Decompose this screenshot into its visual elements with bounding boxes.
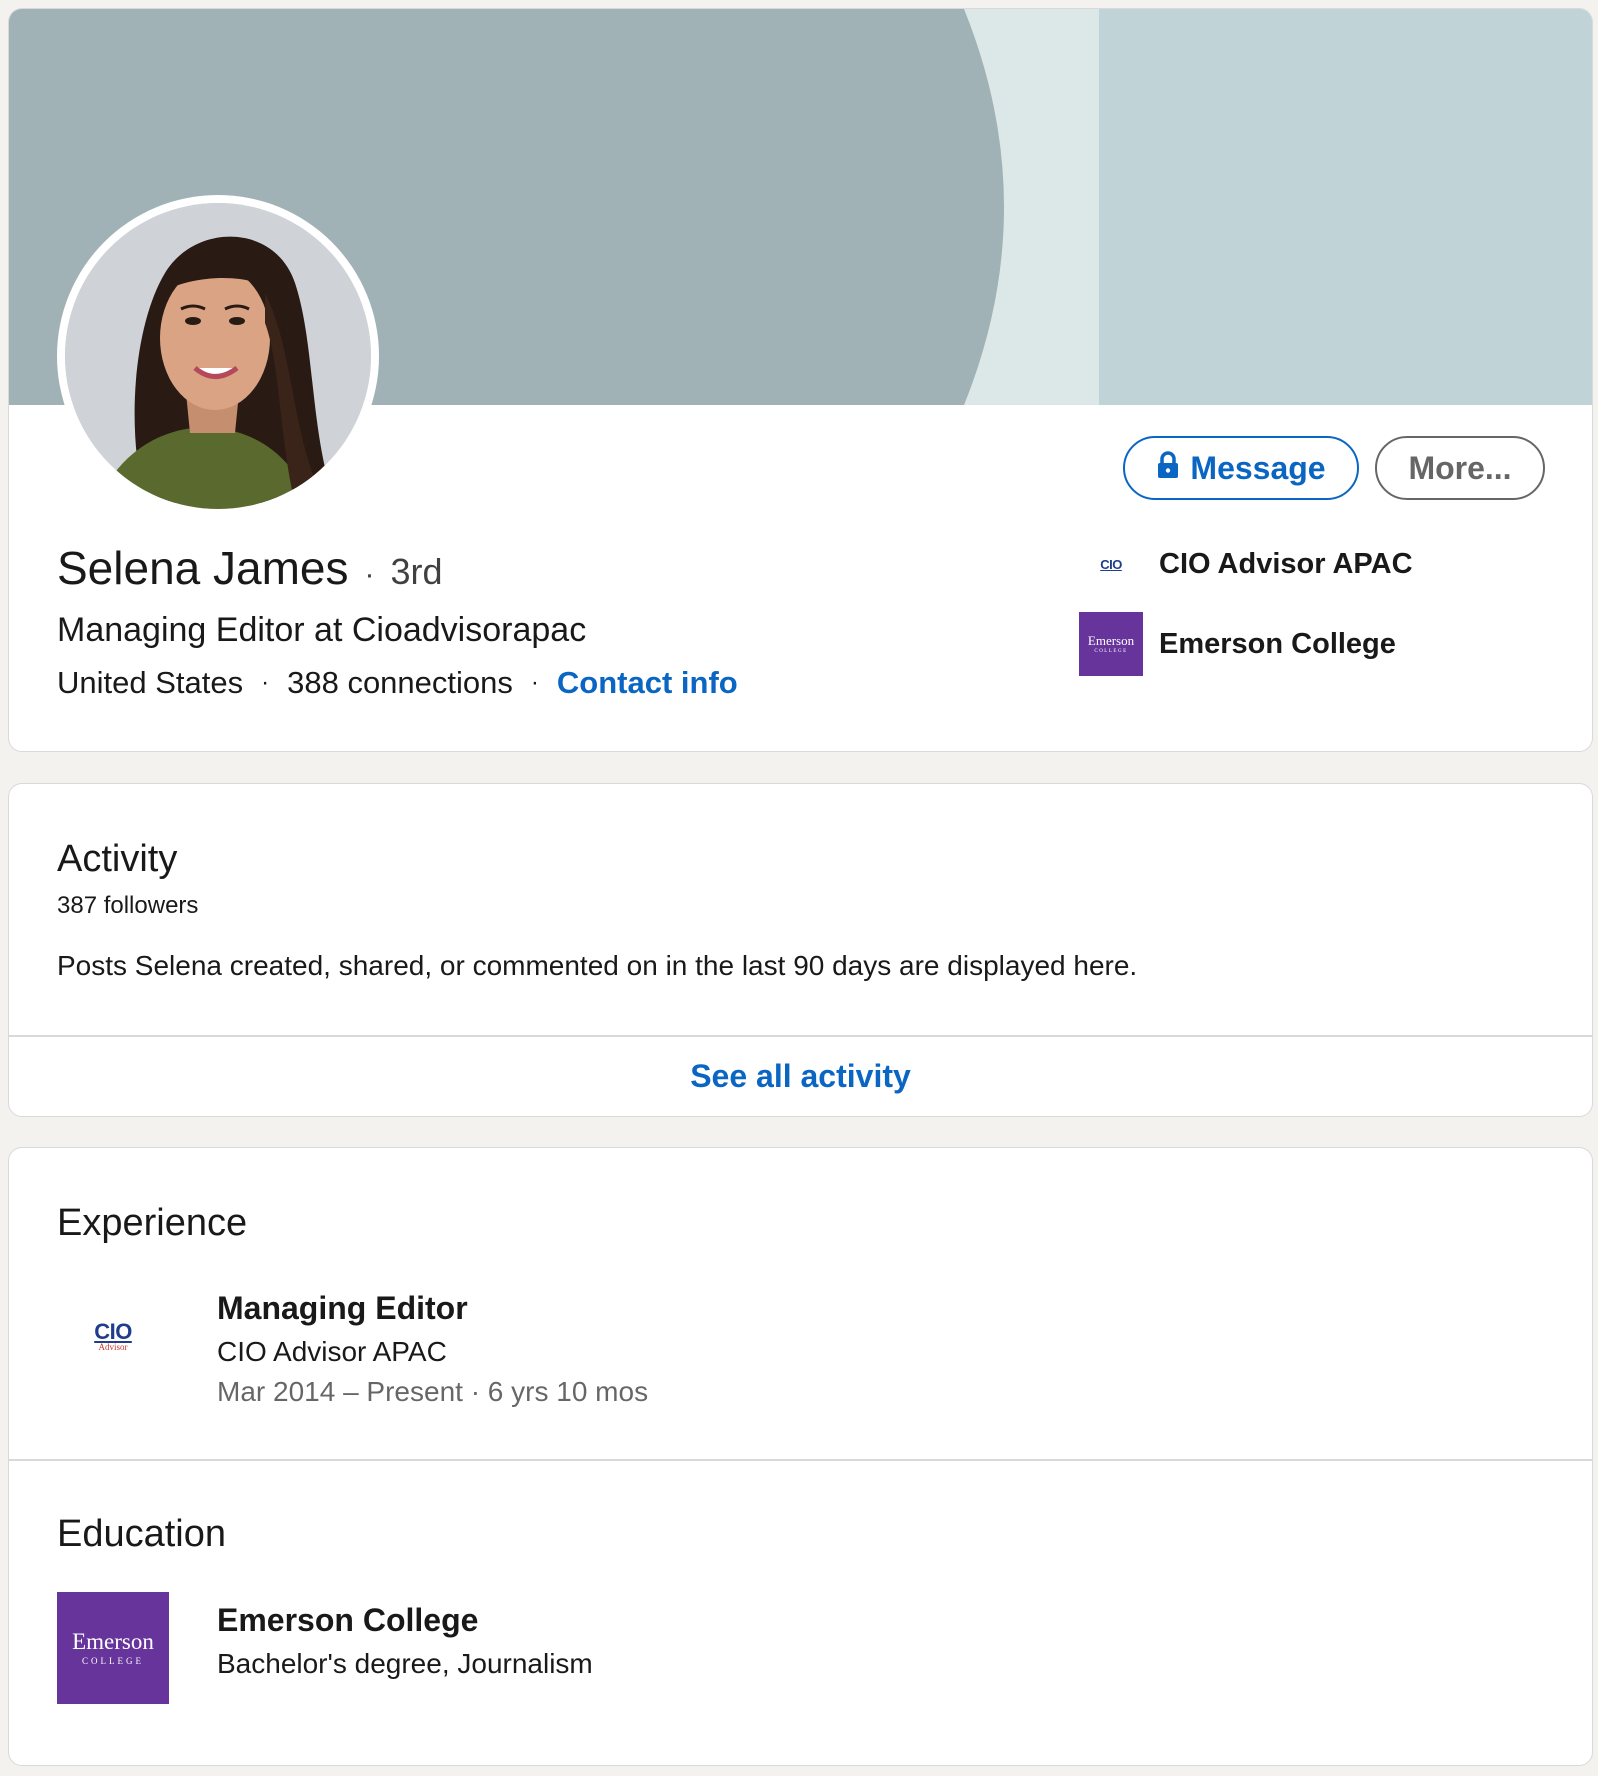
experience-dates: Mar 2014 – Present · 6 yrs 10 mos bbox=[217, 1376, 649, 1407]
cio-advisor-logo: CIO bbox=[1100, 556, 1122, 572]
profile-headline: Managing Editor at Cioadvisorapac bbox=[57, 611, 587, 649]
profile-photo bbox=[65, 203, 371, 509]
education-title: Education bbox=[57, 1513, 227, 1555]
school-name: Emerson College bbox=[1159, 627, 1396, 660]
see-all-activity-button[interactable]: See all activity bbox=[9, 1036, 1592, 1116]
degree-separator: · bbox=[364, 558, 375, 591]
education-degree: Bachelor's degree, Journalism bbox=[217, 1648, 593, 1679]
connection-degree: 3rd bbox=[390, 551, 443, 592]
see-all-activity-label: See all activity bbox=[690, 1057, 911, 1094]
message-button[interactable]: Message bbox=[1123, 436, 1359, 500]
profile-card: Message More... Selena James · 3rd Manag… bbox=[8, 8, 1593, 752]
meta-separator: · bbox=[530, 669, 539, 696]
school-link[interactable]: Emerson COLLEGE Emerson College bbox=[1079, 612, 1396, 676]
connections-count[interactable]: 388 connections bbox=[287, 665, 513, 701]
name-row: Selena James · 3rd bbox=[57, 541, 443, 595]
activity-card: Activity 387 followers Posts Selena crea… bbox=[8, 783, 1593, 1117]
experience-title: Experience bbox=[57, 1202, 248, 1244]
activity-title: Activity bbox=[57, 838, 178, 880]
experience-education-card: Experience CIO Advisor Managing Editor C… bbox=[8, 1147, 1593, 1766]
education-school-logo[interactable]: Emerson COLLEGE bbox=[57, 1592, 169, 1704]
contact-info-link[interactable]: Contact info bbox=[557, 665, 738, 701]
followers-count: 387 followers bbox=[57, 892, 199, 919]
more-button[interactable]: More... bbox=[1375, 436, 1545, 500]
section-divider bbox=[9, 1459, 1592, 1461]
meta-separator: · bbox=[261, 669, 270, 696]
education-school-name[interactable]: Emerson College bbox=[217, 1602, 478, 1639]
profile-location: United States bbox=[57, 665, 244, 700]
profile-avatar[interactable] bbox=[57, 195, 379, 517]
experience-job-title: Managing Editor bbox=[217, 1290, 468, 1326]
more-button-label: More... bbox=[1408, 449, 1512, 486]
profile-meta: United States · 388 connections · Contac… bbox=[57, 665, 738, 701]
current-company-name: CIO Advisor APAC bbox=[1159, 547, 1413, 580]
message-button-label: Message bbox=[1190, 449, 1326, 486]
experience-company[interactable]: CIO Advisor APAC bbox=[217, 1336, 447, 1368]
current-company-link[interactable]: CIO CIO Advisor APAC bbox=[1079, 532, 1413, 596]
profile-name: Selena James bbox=[57, 542, 349, 594]
activity-description: Posts Selena created, shared, or comment… bbox=[57, 950, 1138, 981]
lock-icon bbox=[1156, 450, 1180, 487]
emerson-college-logo: Emerson COLLEGE bbox=[1079, 612, 1143, 676]
experience-company-logo[interactable]: CIO Advisor bbox=[57, 1280, 169, 1392]
